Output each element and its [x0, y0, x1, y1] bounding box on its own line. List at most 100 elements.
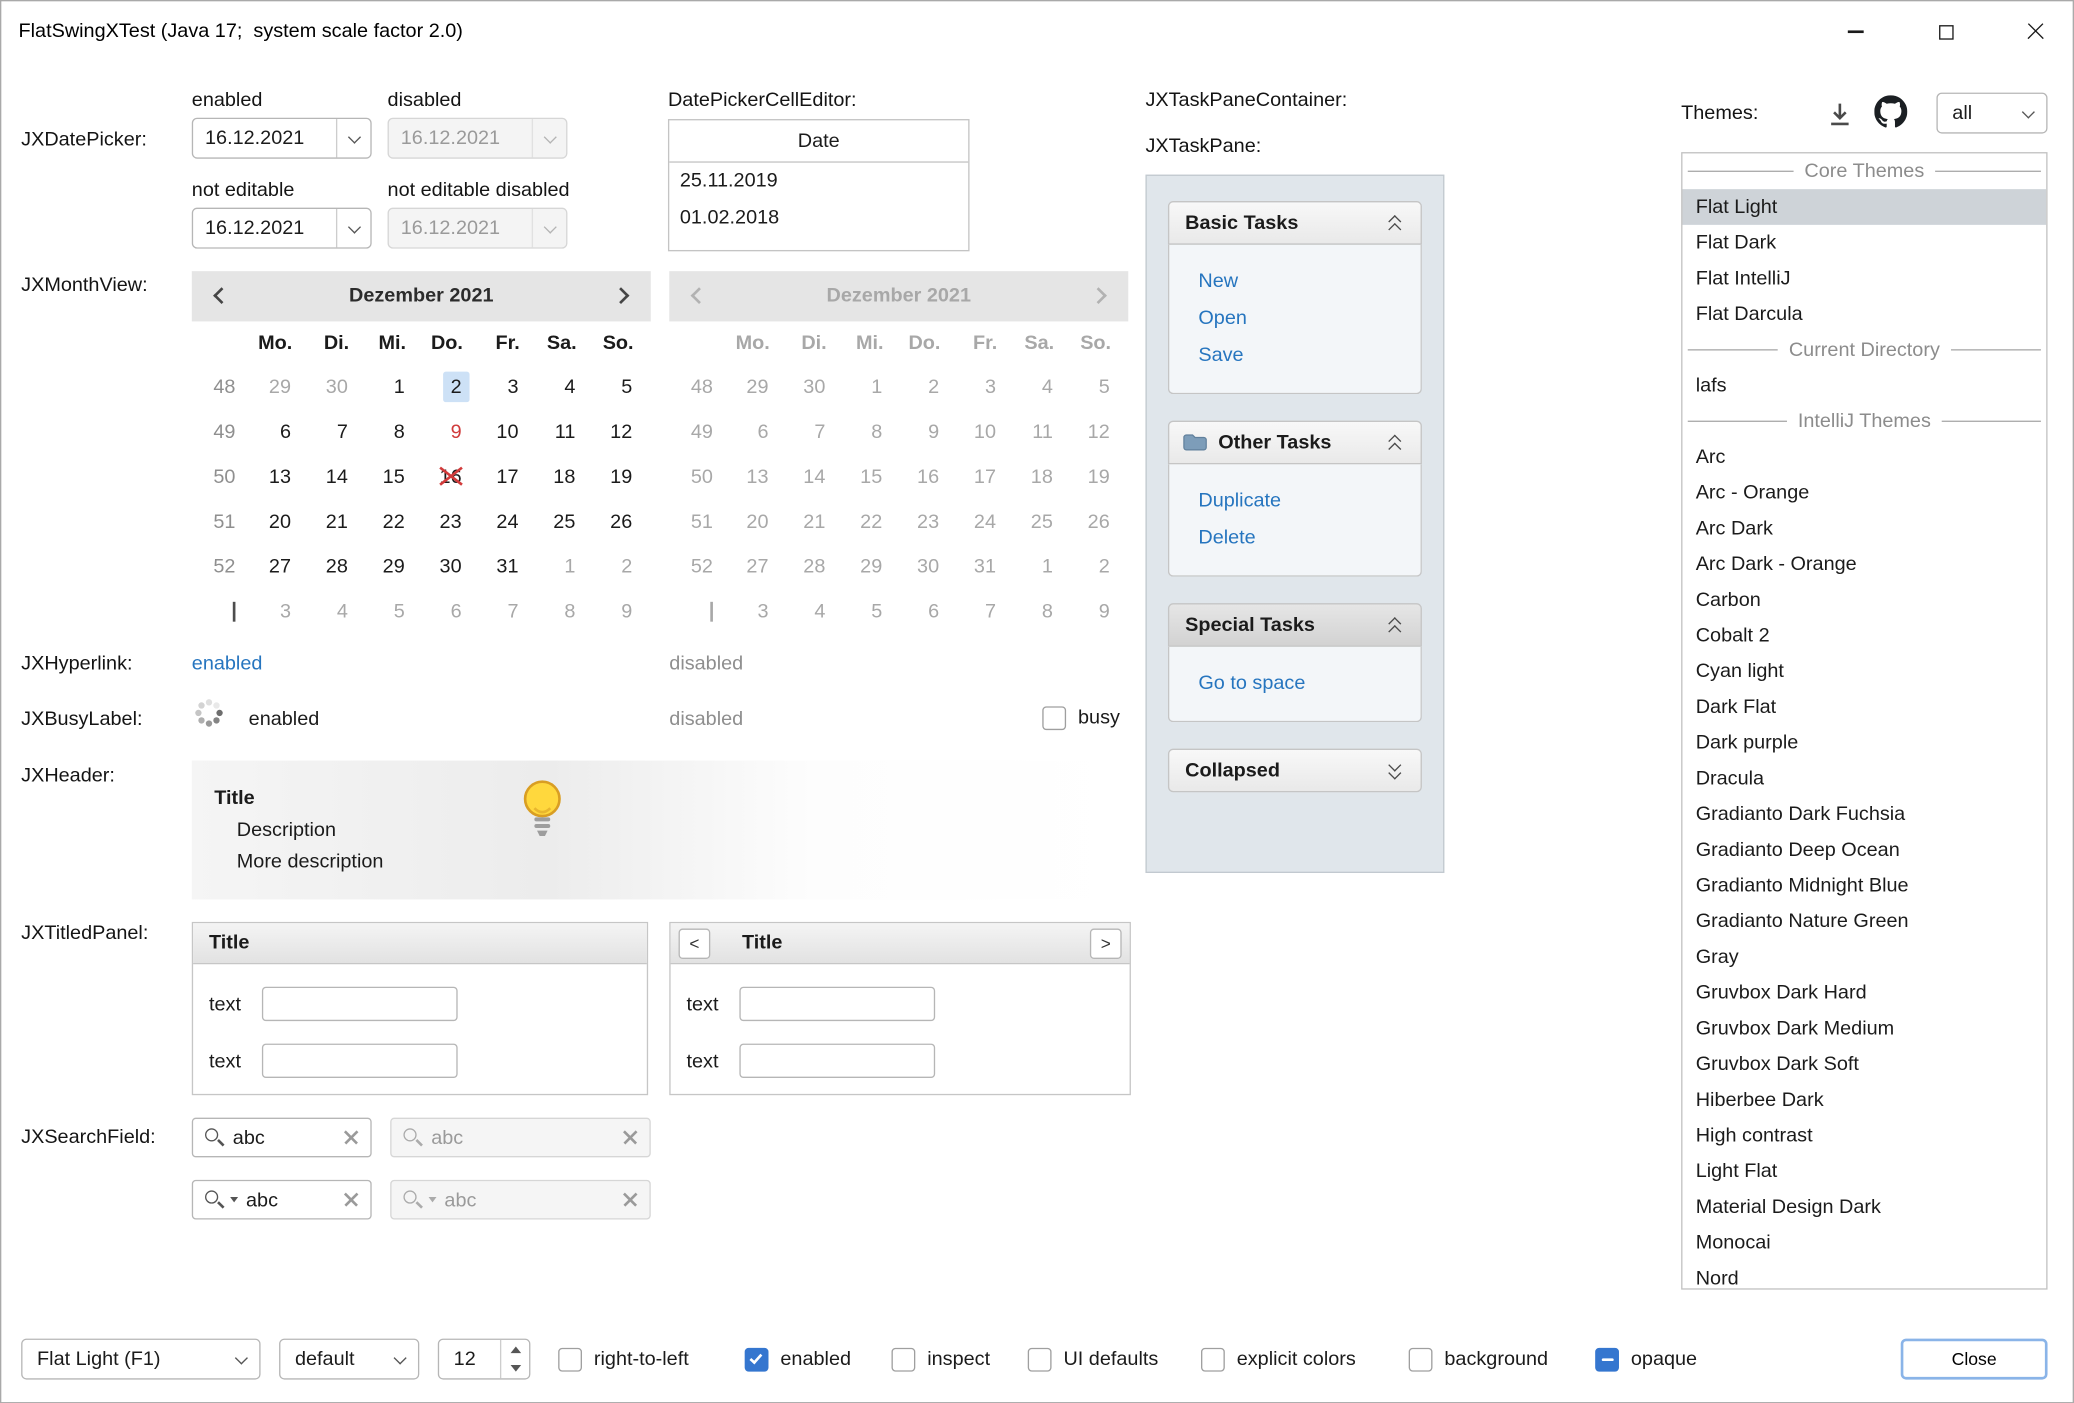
day-cell[interactable]: 31: [477, 544, 534, 589]
taskpane-header[interactable]: Basic Tasks: [1168, 201, 1422, 245]
checkbox-box[interactable]: [891, 1347, 915, 1371]
expand-icon[interactable]: [1389, 762, 1404, 782]
theme-item[interactable]: Gradianto Deep Ocean: [1682, 832, 2046, 868]
theme-item[interactable]: Monocai: [1682, 1225, 2046, 1261]
day-cell[interactable]: 19: [591, 454, 648, 499]
checkbox-explicit-colors[interactable]: explicit colors: [1201, 1339, 1356, 1380]
day-cell[interactable]: 20: [250, 499, 307, 544]
theme-item[interactable]: Flat Light: [1682, 189, 2046, 225]
day-cell[interactable]: 13: [250, 454, 307, 499]
datepicker-not-editable[interactable]: 16.12.2021: [192, 208, 372, 249]
day-cell[interactable]: 11: [534, 409, 591, 454]
datepicker-dropdown-button[interactable]: [336, 119, 370, 157]
taskpane-link[interactable]: New: [1185, 263, 1405, 300]
checkbox-ui-defaults[interactable]: UI defaults: [1028, 1339, 1159, 1380]
monthview-enabled[interactable]: Dezember 2021 Mo.Di.Mi.Do.Fr.Sa.So. 4829…: [192, 271, 651, 633]
theme-item[interactable]: Nord: [1682, 1261, 2046, 1290]
day-cell[interactable]: 1: [534, 544, 591, 589]
day-cell[interactable]: 22: [364, 499, 421, 544]
day-cell[interactable]: 8: [534, 589, 591, 634]
datepicker-enabled[interactable]: 16.12.2021: [192, 118, 372, 159]
close-window-button[interactable]: [2011, 0, 2061, 63]
checkbox-box[interactable]: [1042, 706, 1066, 730]
day-cell[interactable]: 29: [364, 544, 421, 589]
titled-panel-right-button[interactable]: >: [1090, 929, 1122, 959]
font-combo[interactable]: default: [279, 1339, 419, 1380]
theme-item[interactable]: Material Design Dark: [1682, 1189, 2046, 1225]
checkbox-box[interactable]: [1409, 1347, 1433, 1371]
theme-item[interactable]: Arc: [1682, 439, 2046, 475]
spinner-down-button[interactable]: [501, 1359, 530, 1378]
day-cell[interactable]: 18: [534, 454, 591, 499]
theme-item[interactable]: Gray: [1682, 939, 2046, 975]
table-column-header[interactable]: Date: [669, 120, 968, 162]
day-cell[interactable]: 10: [477, 409, 534, 454]
themes-filter-combo[interactable]: all: [1936, 93, 2047, 134]
collapse-icon[interactable]: [1389, 434, 1404, 454]
day-cell[interactable]: 17: [477, 454, 534, 499]
day-cell[interactable]: 5: [591, 364, 648, 409]
search-options-arrow-icon[interactable]: [230, 1197, 238, 1202]
text-input[interactable]: [262, 1044, 458, 1078]
taskpane-link[interactable]: Duplicate: [1185, 483, 1405, 520]
day-cell[interactable]: 9: [421, 409, 478, 454]
clear-icon[interactable]: [344, 1192, 359, 1207]
day-cell[interactable]: 7: [307, 409, 364, 454]
day-cell[interactable]: 1: [364, 364, 421, 409]
day-cell[interactable]: 7: [477, 589, 534, 634]
checkbox-enabled[interactable]: enabled: [745, 1339, 851, 1380]
search-field[interactable]: abc: [192, 1118, 372, 1158]
day-cell[interactable]: 21: [307, 499, 364, 544]
theme-item[interactable]: Dark purple: [1682, 725, 2046, 761]
taskpane-header[interactable]: Special Tasks: [1168, 603, 1422, 647]
day-cell[interactable]: 27: [250, 544, 307, 589]
theme-item[interactable]: Arc Dark: [1682, 511, 2046, 547]
checkbox-box[interactable]: [1028, 1347, 1052, 1371]
day-cell[interactable]: 29: [250, 364, 307, 409]
minimize-button[interactable]: [1831, 0, 1881, 63]
day-cell[interactable]: 24: [477, 499, 534, 544]
theme-item[interactable]: Gruvbox Dark Hard: [1682, 975, 2046, 1011]
theme-item[interactable]: Flat IntelliJ: [1682, 261, 2046, 297]
taskpane-link[interactable]: Open: [1185, 300, 1405, 337]
titlebar[interactable]: FlatSwingXTest (Java 17; system scale fa…: [0, 0, 2074, 63]
github-icon[interactable]: [1874, 95, 1907, 128]
table-row[interactable]: 25.11.2019: [669, 163, 968, 200]
theme-item[interactable]: Arc Dark - Orange: [1682, 546, 2046, 582]
taskpane-link[interactable]: Delete: [1185, 520, 1405, 557]
text-input[interactable]: [739, 987, 935, 1021]
busy-checkbox[interactable]: busy: [1042, 697, 1120, 738]
theme-item[interactable]: lafs: [1682, 368, 2046, 404]
day-cell[interactable]: 5: [364, 589, 421, 634]
day-cell[interactable]: 6: [421, 589, 478, 634]
text-input[interactable]: [739, 1044, 935, 1078]
day-cell[interactable]: 8: [364, 409, 421, 454]
theme-item[interactable]: Light Flat: [1682, 1153, 2046, 1189]
theme-item[interactable]: Gruvbox Dark Medium: [1682, 1011, 2046, 1047]
day-cell[interactable]: 26: [591, 499, 648, 544]
day-cell[interactable]: 2: [421, 364, 478, 409]
day-cell[interactable]: 4: [534, 364, 591, 409]
search-field-with-menu[interactable]: abc: [192, 1180, 372, 1220]
day-cell[interactable]: 30: [307, 364, 364, 409]
table-row[interactable]: 01.02.2018: [669, 200, 968, 237]
hyperlink-enabled[interactable]: enabled: [192, 652, 263, 676]
theme-item[interactable]: Hiberbee Dark: [1682, 1082, 2046, 1118]
close-button[interactable]: Close: [1901, 1339, 2048, 1380]
font-size-spinner[interactable]: 12: [438, 1339, 531, 1380]
maximize-button[interactable]: [1921, 0, 1971, 63]
checkbox-box[interactable]: [558, 1347, 582, 1371]
theme-list[interactable]: Core ThemesFlat LightFlat DarkFlat Intel…: [1681, 152, 2047, 1290]
titled-panel-left-button[interactable]: <: [679, 929, 711, 959]
theme-item[interactable]: Flat Dark: [1682, 225, 2046, 261]
theme-item[interactable]: Flat Darcula: [1682, 296, 2046, 332]
theme-item[interactable]: Carbon: [1682, 582, 2046, 618]
clear-icon[interactable]: [344, 1130, 359, 1145]
theme-item[interactable]: High contrast: [1682, 1118, 2046, 1154]
look-and-feel-combo[interactable]: Flat Light (F1): [21, 1339, 260, 1380]
checkbox-opaque[interactable]: opaque: [1595, 1339, 1697, 1380]
checkbox-box[interactable]: [1201, 1347, 1225, 1371]
theme-item[interactable]: Cobalt 2: [1682, 618, 2046, 654]
checkbox-box[interactable]: [745, 1347, 769, 1371]
theme-item[interactable]: Cyan light: [1682, 653, 2046, 689]
